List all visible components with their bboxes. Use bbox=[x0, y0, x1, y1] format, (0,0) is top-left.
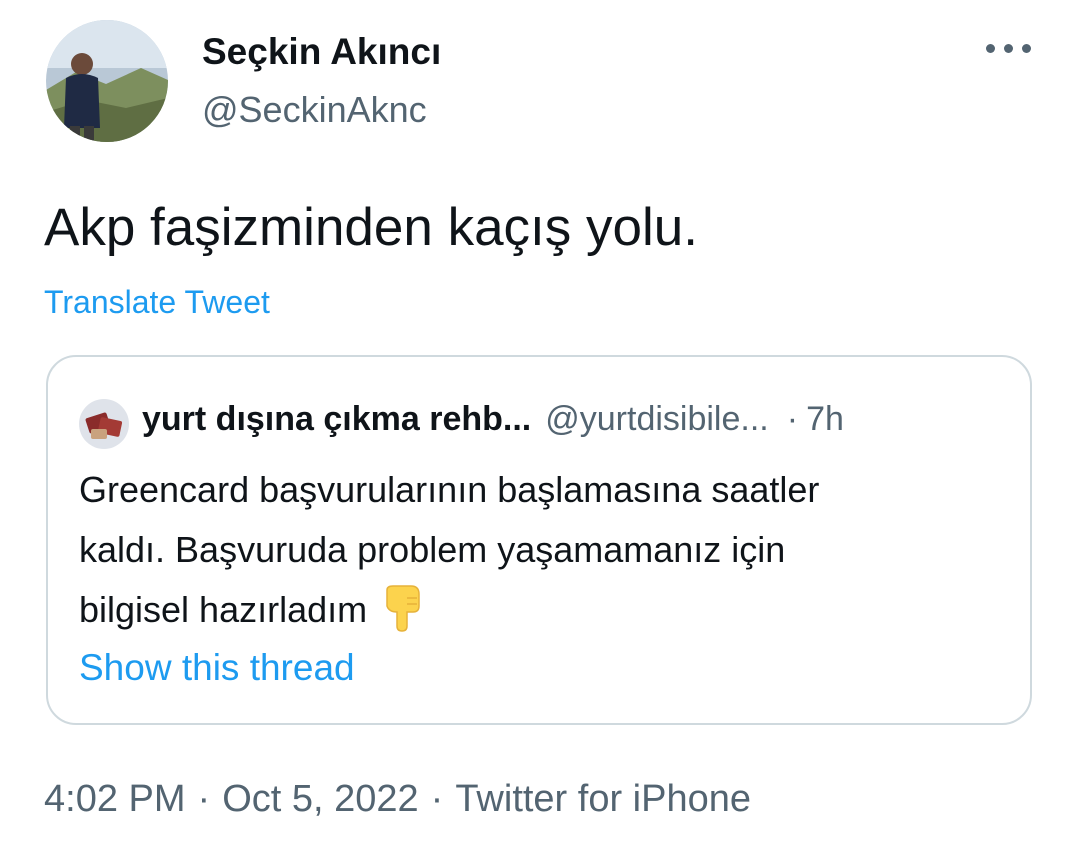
user-avatar-photo-icon bbox=[46, 20, 168, 142]
quoted-text-line: kaldı. Başvuruda problem yaşamamanız içi… bbox=[79, 529, 786, 570]
more-horizontal-icon bbox=[986, 44, 995, 53]
author-handle[interactable]: @SeckinAknc bbox=[202, 88, 427, 132]
quoted-tweet-header: yurt dışına çıkma rehb... @yurtdisibile..… bbox=[142, 395, 844, 443]
quoted-display-name: yurt dışına çıkma rehb... bbox=[142, 400, 532, 438]
quoted-tweet-text: Greencard başvurularının başlamasına saa… bbox=[79, 460, 999, 640]
quoted-text-line: Greencard başvurularının başlamasına saa… bbox=[79, 469, 820, 510]
translate-tweet-link[interactable]: Translate Tweet bbox=[44, 282, 270, 322]
quoted-account-avatar bbox=[79, 399, 129, 449]
quoted-tweet-card[interactable]: yurt dışına çıkma rehb... @yurtdisibile..… bbox=[46, 355, 1032, 725]
tweet-text: Akp faşizminden kaçış yolu. bbox=[44, 198, 698, 257]
tweet-time[interactable]: 4:02 PM bbox=[44, 778, 186, 820]
more-options-button[interactable] bbox=[980, 30, 1036, 66]
more-horizontal-icon-dot bbox=[1022, 44, 1031, 53]
tweet-source[interactable]: Twitter for iPhone bbox=[455, 778, 751, 820]
show-thread-link[interactable]: Show this thread bbox=[79, 645, 355, 691]
author-display-name[interactable]: Seçkin Akıncı bbox=[202, 30, 441, 74]
more-horizontal-icon-dot bbox=[1004, 44, 1013, 53]
backhand-index-pointing-down-icon bbox=[381, 584, 425, 633]
meta-separator: · bbox=[197, 778, 211, 820]
account-avatar-photo-icon bbox=[79, 399, 129, 449]
quoted-text-line-with-emoji: bilgisel hazırladım bbox=[79, 580, 999, 640]
meta-separator: · bbox=[430, 778, 444, 820]
tweet-date[interactable]: Oct 5, 2022 bbox=[222, 778, 418, 820]
author-avatar[interactable] bbox=[46, 20, 168, 142]
quoted-timestamp: 7h bbox=[806, 400, 844, 438]
tweet-metadata: 4:02 PM · Oct 5, 2022 · Twitter for iPhone bbox=[44, 775, 751, 823]
quoted-separator: · bbox=[786, 400, 799, 438]
quoted-text-line: bilgisel hazırladım bbox=[79, 589, 368, 630]
quoted-handle: @yurtdisibile... bbox=[545, 400, 769, 438]
